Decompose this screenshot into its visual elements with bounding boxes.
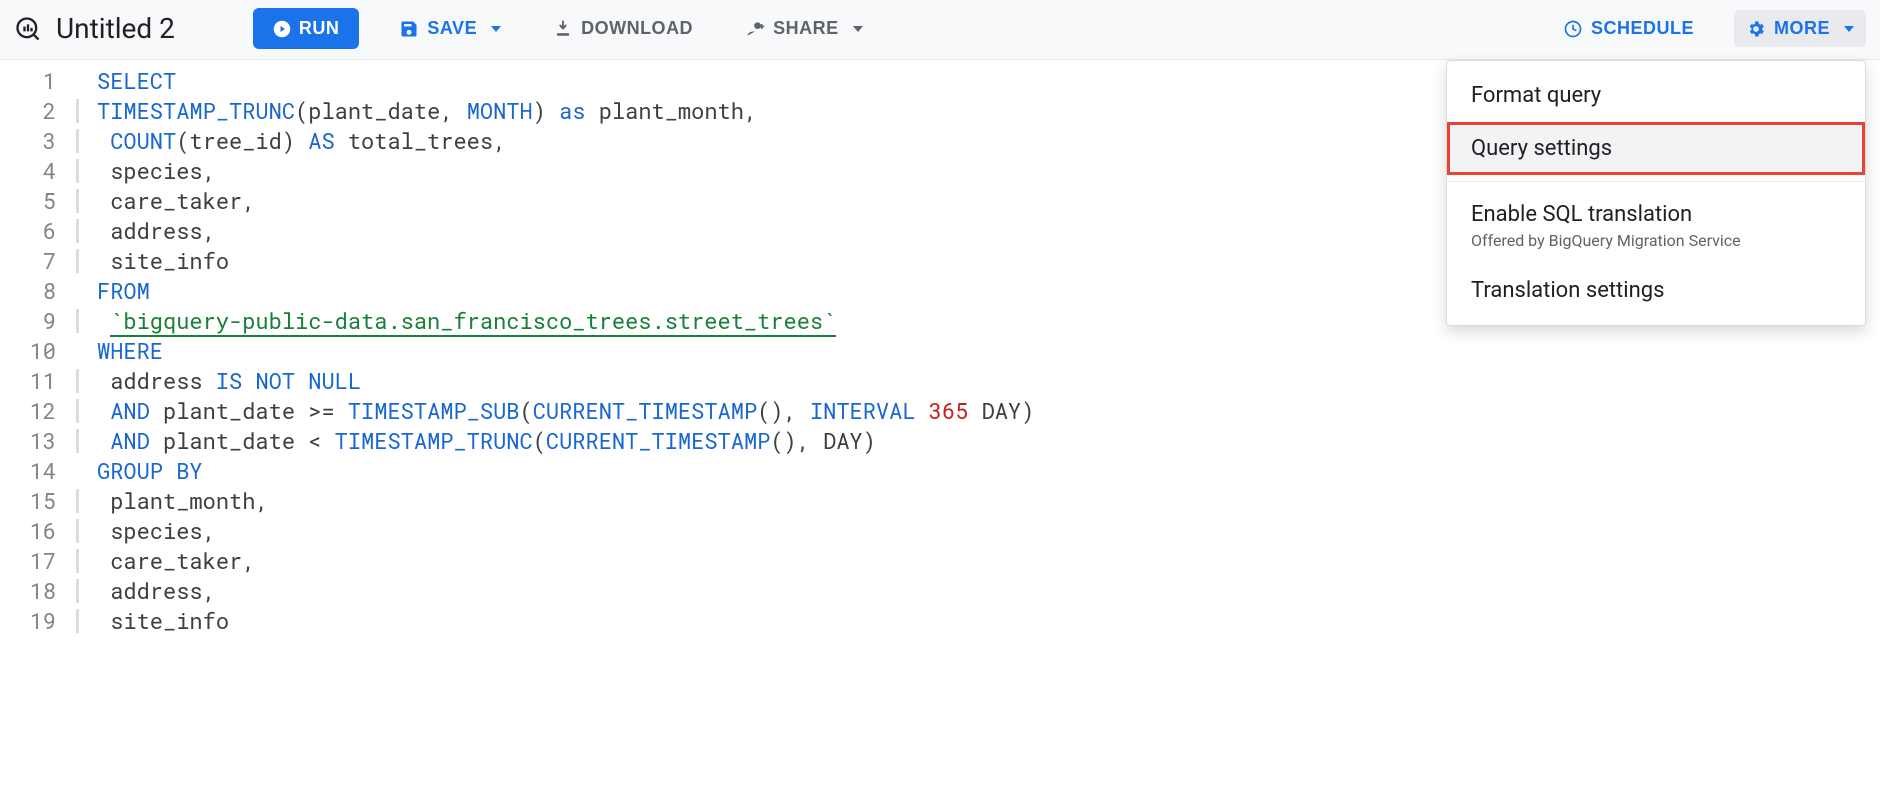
menu-format-query[interactable]: Format query	[1447, 69, 1865, 122]
indent-guide	[76, 489, 79, 513]
indent-guide	[76, 159, 79, 183]
line-number: 11	[0, 366, 70, 396]
line-number: 3	[0, 126, 70, 156]
editor-line[interactable]: 10 WHERE	[0, 336, 1880, 366]
code-content: FROM	[97, 276, 150, 306]
schedule-button[interactable]: SCHEDULE	[1551, 10, 1706, 47]
play-icon	[273, 20, 291, 38]
code-content: care_taker,	[97, 186, 255, 216]
download-icon	[553, 19, 573, 39]
indent-guide	[76, 609, 79, 633]
page-title[interactable]: Untitled 2	[56, 12, 175, 45]
share-icon	[745, 19, 765, 39]
menu-divider	[1447, 181, 1865, 182]
indent-guide	[76, 219, 79, 243]
run-button[interactable]: RUN	[253, 8, 360, 49]
code-content: AND plant_date < TIMESTAMP_TRUNC(CURRENT…	[97, 426, 876, 456]
schedule-icon	[1563, 19, 1583, 39]
editor-line[interactable]: 17 care_taker,	[0, 546, 1880, 576]
chevron-down-icon	[853, 26, 863, 32]
download-button[interactable]: DOWNLOAD	[541, 10, 705, 47]
code-content: AND plant_date >= TIMESTAMP_SUB(CURRENT_…	[97, 396, 1034, 426]
line-number: 10	[0, 336, 70, 366]
indent-guide	[76, 309, 79, 333]
line-number: 2	[0, 96, 70, 126]
editor-line[interactable]: 13 AND plant_date < TIMESTAMP_TRUNC(CURR…	[0, 426, 1880, 456]
indent-guide	[76, 189, 79, 213]
indent-guide	[76, 579, 79, 603]
code-content: SELECT	[97, 66, 176, 96]
code-content: COUNT(tree_id) AS total_trees,	[97, 126, 506, 156]
code-content: site_info	[97, 606, 229, 636]
code-content: species,	[97, 156, 216, 186]
menu-enable-sql-translation[interactable]: Enable SQL translation Offered by BigQue…	[1447, 188, 1865, 264]
line-number: 16	[0, 516, 70, 546]
schedule-label: SCHEDULE	[1591, 18, 1694, 39]
editor-line[interactable]: 18 address,	[0, 576, 1880, 606]
code-content: care_taker,	[97, 546, 255, 576]
save-label: SAVE	[427, 18, 477, 39]
editor-line[interactable]: 11 address IS NOT NULL	[0, 366, 1880, 396]
chevron-down-icon	[491, 26, 501, 32]
code-content: address,	[97, 576, 216, 606]
indent-guide	[76, 249, 79, 273]
line-number: 17	[0, 546, 70, 576]
code-content: WHERE	[97, 336, 163, 366]
save-button[interactable]: SAVE	[387, 10, 513, 47]
menu-translate-label: Enable SQL translation	[1471, 202, 1841, 227]
more-button[interactable]: MORE	[1734, 10, 1866, 47]
editor-line[interactable]: 16 species,	[0, 516, 1880, 546]
indent-guide	[76, 429, 79, 453]
indent-guide	[76, 129, 79, 153]
menu-query-settings[interactable]: Query settings	[1447, 122, 1865, 175]
line-number: 12	[0, 396, 70, 426]
code-content: `bigquery-public-data.san_francisco_tree…	[97, 306, 836, 336]
editor-line[interactable]: 15 plant_month,	[0, 486, 1880, 516]
indent-guide	[76, 99, 79, 123]
line-number: 4	[0, 156, 70, 186]
share-label: SHARE	[773, 18, 839, 39]
code-content: TIMESTAMP_TRUNC(plant_date, MONTH) as pl…	[97, 96, 757, 126]
title-area: Untitled 2	[14, 12, 175, 45]
indent-guide	[76, 519, 79, 543]
share-button[interactable]: SHARE	[733, 10, 875, 47]
download-label: DOWNLOAD	[581, 18, 693, 39]
toolbar: Untitled 2 RUN SAVE DOWNLOAD SHARE	[0, 0, 1880, 60]
code-content: address,	[97, 216, 216, 246]
editor-line[interactable]: 12 AND plant_date >= TIMESTAMP_SUB(CURRE…	[0, 396, 1880, 426]
indent-guide	[76, 399, 79, 423]
line-number: 9	[0, 306, 70, 336]
run-label: RUN	[299, 18, 340, 39]
line-number: 8	[0, 276, 70, 306]
line-number: 14	[0, 456, 70, 486]
indent-guide	[76, 549, 79, 573]
more-label: MORE	[1774, 18, 1830, 39]
chevron-down-icon	[1844, 26, 1854, 32]
code-content: plant_month,	[97, 486, 269, 516]
code-content: GROUP BY	[97, 456, 203, 486]
menu-translate-sub: Offered by BigQuery Migration Service	[1471, 231, 1841, 250]
gear-icon	[1746, 19, 1766, 39]
line-number: 18	[0, 576, 70, 606]
line-number: 5	[0, 186, 70, 216]
line-number: 15	[0, 486, 70, 516]
query-icon	[14, 15, 42, 43]
line-number: 13	[0, 426, 70, 456]
line-number: 6	[0, 216, 70, 246]
save-icon	[399, 19, 419, 39]
more-dropdown: Format query Query settings Enable SQL t…	[1446, 60, 1866, 326]
line-number: 19	[0, 606, 70, 636]
indent-guide	[76, 369, 79, 393]
editor-line[interactable]: 14 GROUP BY	[0, 456, 1880, 486]
code-content: site_info	[97, 246, 229, 276]
line-number: 7	[0, 246, 70, 276]
code-content: address IS NOT NULL	[97, 366, 361, 396]
menu-translation-settings[interactable]: Translation settings	[1447, 264, 1865, 317]
line-number: 1	[0, 66, 70, 96]
code-content: species,	[97, 516, 216, 546]
editor-line[interactable]: 19 site_info	[0, 606, 1880, 636]
